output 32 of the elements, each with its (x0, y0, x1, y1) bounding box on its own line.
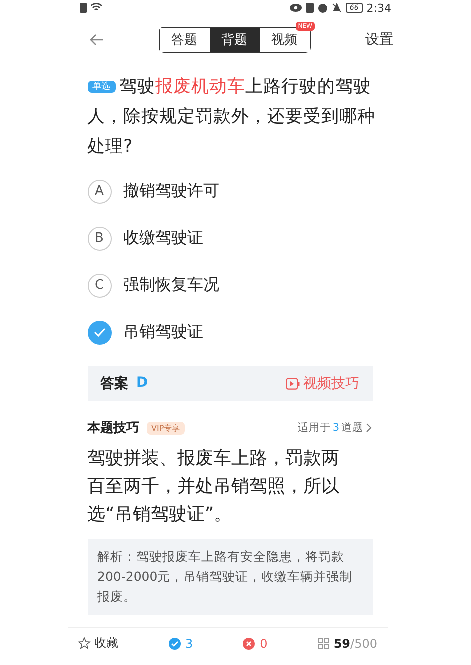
clock-time: 2:34 (366, 2, 392, 14)
star-icon (78, 637, 90, 650)
grid-icon (318, 638, 329, 649)
answer-value: D (136, 374, 148, 392)
tip-text: 驾驶拼装、报废车上路，罚款两百至两千，并处吊销驾照，所以选“吊销驾驶证”。 (88, 447, 340, 527)
progress-button[interactable]: 59/500 (318, 636, 378, 650)
analysis-text: 解析：驾驶报废车上路有安全隐患，将罚款200-2000元，吊销驾驶证，收缴车辆并强制报废。 (88, 539, 372, 615)
answer-label: 答案 (100, 374, 128, 392)
applies-link[interactable]: 适用于 3 道题 (298, 421, 372, 435)
option-letter[interactable]: A (88, 180, 112, 204)
settings-button[interactable]: 设置 (366, 31, 394, 49)
sim-icon (80, 3, 86, 13)
video-icon (286, 378, 300, 390)
back-arrow-icon[interactable] (90, 34, 104, 46)
eye-icon (290, 4, 302, 12)
wrong-count: 0 (243, 636, 268, 650)
wifi-icon (90, 3, 102, 12)
option-letter[interactable]: B (88, 226, 112, 250)
option-text[interactable]: 收缴驾驶证 (124, 228, 204, 249)
mode-tab[interactable]: 背题 (210, 28, 260, 52)
option-text[interactable]: 吊销驾驶证 (124, 322, 204, 343)
option-letter[interactable]: C (88, 274, 112, 298)
vip-badge: VIP专享 (146, 422, 186, 434)
chevron-right-icon (366, 423, 372, 433)
question-text: $^{单选}$ 驾驶报废机动车上路行驶的驾驶人，除按规定罚款外，还要受到哪种处理? (88, 76, 376, 159)
option-text[interactable]: 强制恢复车况 (124, 275, 220, 296)
mute-icon (332, 3, 342, 13)
favorite-button[interactable]: 收藏 (78, 635, 118, 652)
correct-count: 3 (168, 636, 194, 650)
check-icon[interactable] (88, 320, 112, 344)
tip-title: 本题技巧 (88, 420, 140, 437)
option-text[interactable]: 撤销驾驶许可 (124, 181, 220, 202)
